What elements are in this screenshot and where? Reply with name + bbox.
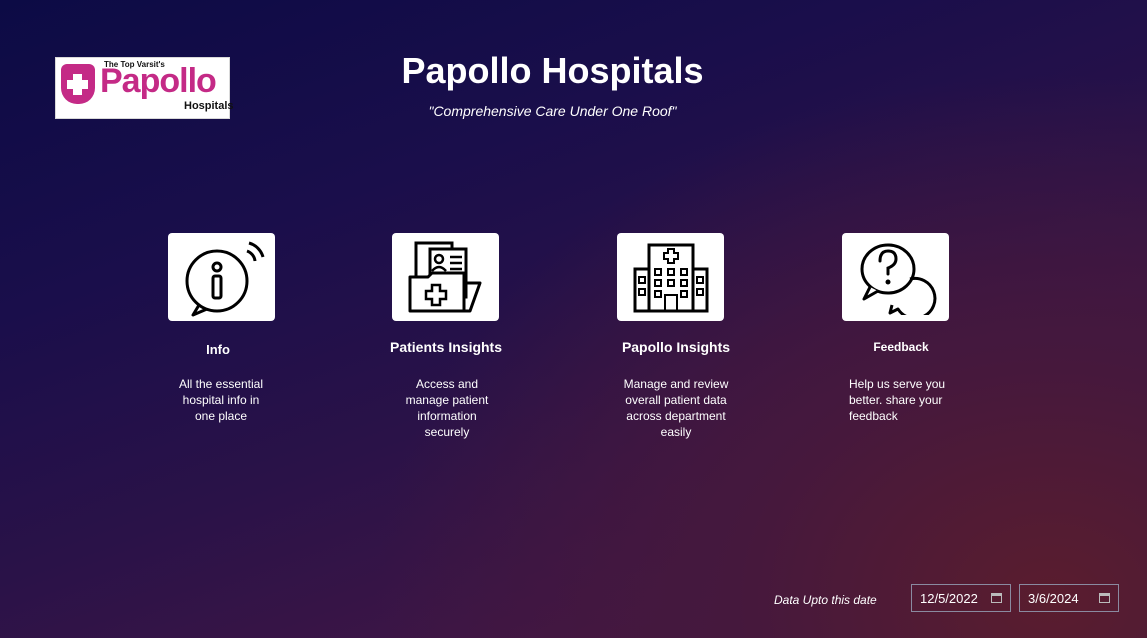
end-date-input[interactable]: 3/6/2024 (1019, 584, 1119, 612)
card-desc-patients-insights: Access and manage patient information secur… (405, 377, 489, 439)
info-button[interactable] (168, 233, 275, 321)
start-date-value: 12/5/2022 (920, 590, 978, 606)
shield-cross-icon (61, 64, 95, 104)
card-title-patients-insights: Patients Insights (389, 339, 503, 355)
chat-question-icon (860, 243, 936, 315)
page-title: Papollo Hospitals (401, 50, 704, 91)
page-tagline: "Comprehensive Care Under One Roof" (428, 103, 677, 119)
logo-name: Papollo (100, 62, 217, 100)
date-filter-label: Data Upto this date (774, 593, 877, 607)
card-title-papollo-insights: Papollo Insights (621, 339, 731, 355)
calendar-icon[interactable] (1099, 593, 1110, 603)
card-title-info: Info (206, 342, 230, 357)
card-desc-feedback: Help us serve you better. share your feedb… (849, 377, 946, 423)
start-date-input[interactable]: 12/5/2022 (911, 584, 1011, 612)
info-icon (185, 241, 264, 317)
feedback-button[interactable] (842, 233, 949, 321)
end-date-value: 3/6/2024 (1028, 590, 1079, 606)
hospital-logo: The Top Varsit's Papollo Hospitals (55, 57, 234, 119)
patient-folder-icon (408, 241, 481, 313)
card-title-feedback: Feedback (873, 340, 929, 354)
papollo-insights-button[interactable] (617, 233, 724, 321)
calendar-icon[interactable] (991, 593, 1002, 603)
logo-sub: Hospitals (184, 100, 234, 112)
card-desc-info: All the essential hospital info in one pla… (178, 377, 264, 423)
hospital-building-icon (633, 243, 708, 313)
patients-insights-button[interactable] (392, 233, 499, 321)
card-desc-papollo-insights: Manage and review overall patient data acr… (623, 377, 729, 439)
